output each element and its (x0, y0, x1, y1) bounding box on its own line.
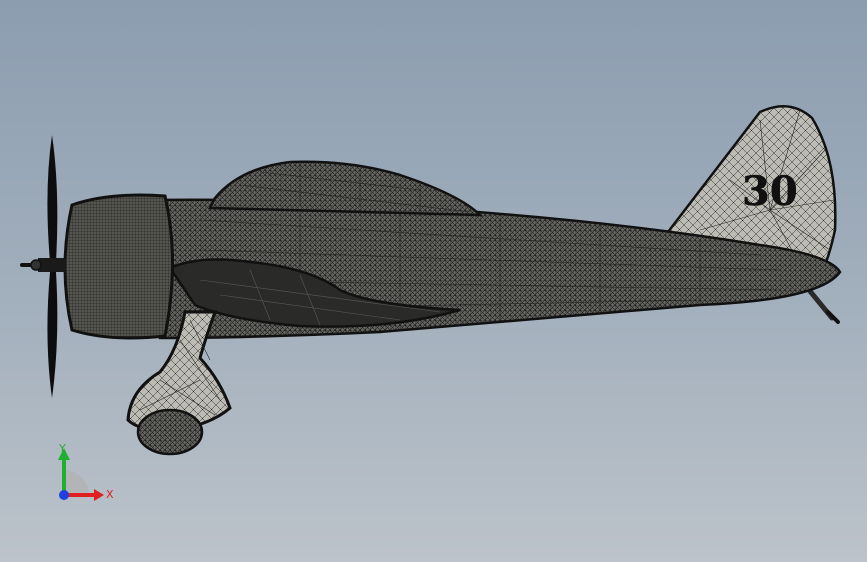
engine-cowling (63, 193, 174, 340)
tail-marking: 30 (742, 168, 798, 215)
graphics-viewport[interactable]: 30 Y X (0, 0, 867, 562)
aircraft-model[interactable]: 30 (0, 0, 867, 562)
y-axis-label: Y (58, 442, 66, 455)
z-axis-dot (59, 490, 69, 500)
main-wheel (136, 408, 204, 456)
axis-triad: Y X (58, 442, 114, 501)
x-axis-label: X (106, 488, 114, 501)
canopy (208, 160, 484, 217)
propeller (20, 135, 66, 398)
x-axis-arrow (94, 489, 104, 501)
